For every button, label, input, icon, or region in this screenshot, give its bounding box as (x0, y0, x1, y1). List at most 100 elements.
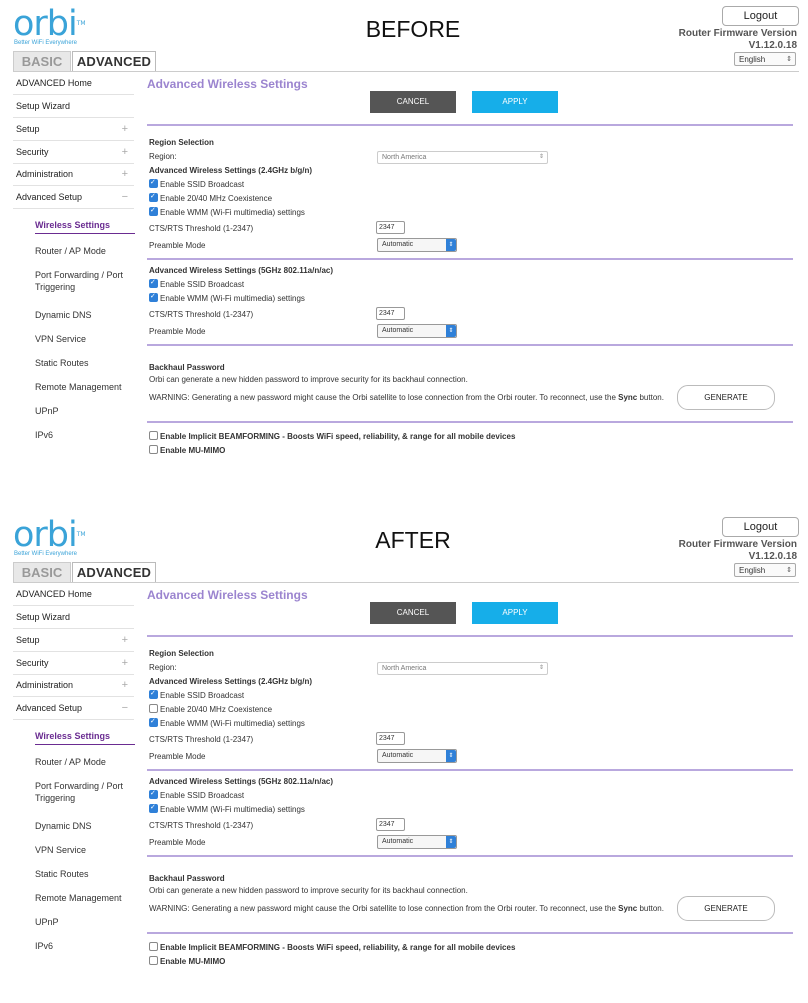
apply-button[interactable]: APPLY (472, 91, 558, 113)
band24-section-title: Advanced Wireless Settings (2.4GHz b/g/n… (149, 677, 313, 686)
page-title: Advanced Wireless Settings (147, 77, 308, 91)
sidebar-item-administration[interactable]: Administration + (16, 168, 132, 180)
checkbox-icon (149, 445, 158, 454)
band24-wmm-checkbox[interactable]: Enable WMM (Wi-Fi multimedia) settings (149, 716, 305, 729)
nav-divider (13, 628, 134, 629)
sidebar-item-setup-wizard[interactable]: Setup Wizard (16, 612, 132, 622)
sidebar-item-advanced-home[interactable]: ADVANCED Home (16, 589, 132, 599)
band5-preamble-select[interactable]: Automatic ⇕ (377, 835, 457, 849)
plus-icon: + (121, 123, 128, 135)
band24-preamble-select[interactable]: Automatic ⇕ (377, 238, 457, 252)
band5-wmm-checkbox[interactable]: Enable WMM (Wi-Fi multimedia) settings (149, 291, 305, 304)
sidebar-item-dynamic-dns[interactable]: Dynamic DNS (35, 309, 135, 321)
band5-cts-input[interactable]: 2347 (376, 818, 405, 831)
band24-cts-input[interactable]: 2347 (376, 221, 405, 234)
sidebar-item-vpn-service[interactable]: VPN Service (35, 333, 135, 345)
logout-button[interactable]: Logout (722, 6, 799, 26)
sidebar-item-ipv6[interactable]: IPv6 (35, 429, 135, 441)
sidebar-item-router-ap-mode[interactable]: Router / AP Mode (35, 756, 135, 768)
tab-advanced[interactable]: ADVANCED (72, 562, 156, 582)
sidebar-item-wireless-settings[interactable]: Wireless Settings (35, 219, 135, 231)
preamble-value: Automatic (382, 838, 414, 845)
band24-wmm-checkbox[interactable]: Enable WMM (Wi-Fi multimedia) settings (149, 205, 305, 218)
mu-mimo-checkbox[interactable]: Enable MU-MIMO (149, 956, 225, 967)
band24-preamble-select[interactable]: Automatic ⇕ (377, 749, 457, 763)
checkbox-label: Enable MU-MIMO (160, 957, 226, 966)
checkbox-label: Enable WMM (Wi-Fi multimedia) settings (160, 719, 305, 728)
sidebar-item-remote-management[interactable]: Remote Management (35, 381, 135, 393)
beamforming-checkbox[interactable]: Enable Implicit BEAMFORMING - Boosts WiF… (149, 942, 515, 953)
sidebar-item-advanced-home[interactable]: ADVANCED Home (16, 78, 132, 88)
cancel-button[interactable]: CANCEL (370, 602, 456, 624)
sidebar-item-setup[interactable]: Setup + (16, 634, 132, 646)
mu-mimo-checkbox[interactable]: Enable MU-MIMO (149, 445, 225, 456)
tab-basic[interactable]: BASIC (13, 562, 71, 582)
firmware-value: V1.12.0.18 (748, 40, 797, 51)
language-select[interactable]: English ⇕ (734, 52, 796, 66)
nav-divider (13, 94, 134, 95)
generate-button[interactable]: GENERATE (677, 896, 775, 921)
sidebar-item-static-routes[interactable]: Static Routes (35, 868, 135, 880)
checkbox-label: Enable SSID Broadcast (160, 180, 245, 189)
beamforming-checkbox[interactable]: Enable Implicit BEAMFORMING - Boosts WiF… (149, 431, 515, 442)
band5-wmm-checkbox[interactable]: Enable WMM (Wi-Fi multimedia) settings (149, 802, 305, 815)
logout-button[interactable]: Logout (722, 517, 799, 537)
checkbox-icon (149, 942, 158, 951)
after-screenshot: orbiTM Better WiFi Everywhere AFTER BASI… (0, 511, 808, 1003)
sidebar-item-ipv6[interactable]: IPv6 (35, 940, 135, 952)
plus-icon: + (121, 679, 128, 691)
apply-button[interactable]: APPLY (472, 602, 558, 624)
sidebar-item-router-ap-mode[interactable]: Router / AP Mode (35, 245, 135, 257)
preamble-value: Automatic (382, 327, 414, 334)
band24-cts-input[interactable]: 2347 (376, 732, 405, 745)
sidebar-item-advanced-setup[interactable]: Advanced Setup − (16, 702, 132, 714)
band5-preamble-select[interactable]: Automatic ⇕ (377, 324, 457, 338)
tab-basic[interactable]: BASIC (13, 51, 71, 71)
checkbox-icon (149, 205, 158, 216)
sidebar-item-dynamic-dns[interactable]: Dynamic DNS (35, 820, 135, 832)
band5-ssid-broadcast-checkbox[interactable]: Enable SSID Broadcast (149, 788, 244, 801)
tab-advanced[interactable]: ADVANCED (72, 51, 156, 71)
sidebar-item-vpn-service[interactable]: VPN Service (35, 844, 135, 856)
sidebar-item-security[interactable]: Security + (16, 146, 132, 158)
language-select[interactable]: English ⇕ (734, 563, 796, 577)
backhaul-section-title: Backhaul Password (149, 363, 225, 372)
minus-icon: − (121, 702, 128, 714)
sidebar-item-setup-wizard[interactable]: Setup Wizard (16, 101, 132, 111)
sidebar-item-upnp[interactable]: UPnP (35, 916, 135, 928)
checkbox-icon (149, 956, 158, 965)
sidebar-item-label: Setup (16, 124, 40, 134)
sidebar-item-security[interactable]: Security + (16, 657, 132, 669)
region-value: North America (382, 665, 427, 672)
band5-cts-label: CTS/RTS Threshold (1-2347) (149, 821, 254, 830)
section-divider (147, 932, 793, 934)
sidebar-item-label: Advanced Setup (16, 192, 83, 202)
checkbox-label: Enable 20/40 MHz Coexistence (160, 194, 273, 203)
sidebar-item-administration[interactable]: Administration + (16, 679, 132, 691)
sidebar-item-port-forwarding[interactable]: Port Forwarding / Port Triggering (35, 269, 135, 293)
band24-ssid-broadcast-checkbox[interactable]: Enable SSID Broadcast (149, 688, 244, 701)
sidebar-item-wireless-settings[interactable]: Wireless Settings (35, 730, 135, 742)
band24-section-title: Advanced Wireless Settings (2.4GHz b/g/n… (149, 166, 313, 175)
band5-cts-input[interactable]: 2347 (376, 307, 405, 320)
region-value: North America (382, 154, 427, 161)
firmware-value: V1.12.0.18 (748, 551, 797, 562)
band24-preamble-label: Preamble Mode (149, 241, 206, 250)
sidebar-item-port-forwarding[interactable]: Port Forwarding / Port Triggering (35, 780, 135, 804)
sidebar-item-static-routes[interactable]: Static Routes (35, 357, 135, 369)
backhaul-section-title: Backhaul Password (149, 874, 225, 883)
firmware-version: Router Firmware Version V1.12.0.18 (679, 28, 797, 52)
band5-ssid-broadcast-checkbox[interactable]: Enable SSID Broadcast (149, 277, 244, 290)
band24-ssid-broadcast-checkbox[interactable]: Enable SSID Broadcast (149, 177, 245, 190)
sidebar-item-upnp[interactable]: UPnP (35, 405, 135, 417)
checkbox-icon (149, 277, 158, 288)
nav-divider (13, 185, 134, 186)
band24-coexistence-checkbox[interactable]: Enable 20/40 MHz Coexistence (149, 704, 272, 715)
cancel-button[interactable]: CANCEL (370, 91, 456, 113)
plus-icon: + (121, 634, 128, 646)
sidebar-item-setup[interactable]: Setup + (16, 123, 132, 135)
sidebar-item-remote-management[interactable]: Remote Management (35, 892, 135, 904)
sidebar-item-advanced-setup[interactable]: Advanced Setup − (16, 191, 132, 203)
band24-coexistence-checkbox[interactable]: Enable 20/40 MHz Coexistence (149, 191, 273, 204)
generate-button[interactable]: GENERATE (677, 385, 775, 410)
